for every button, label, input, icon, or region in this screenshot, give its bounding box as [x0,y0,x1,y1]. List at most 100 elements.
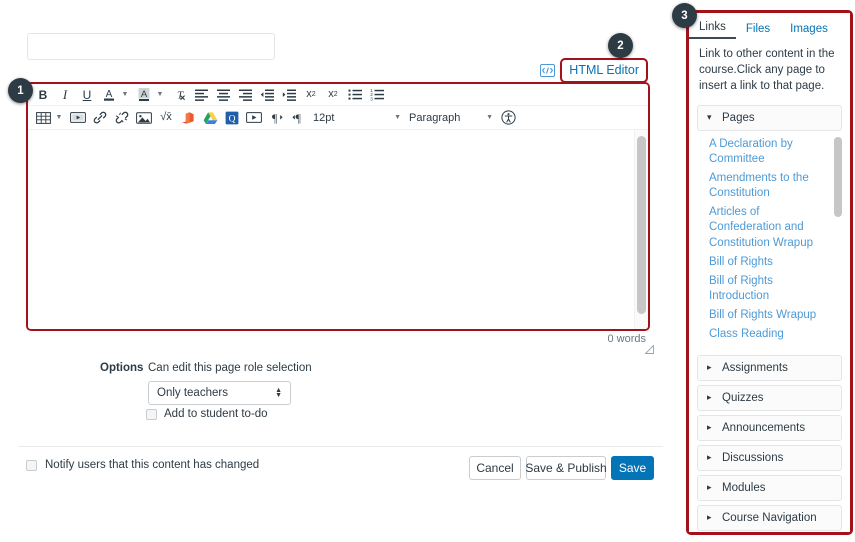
add-to-student-todo-checkbox[interactable] [146,408,157,420]
unlink-icon[interactable] [112,108,132,128]
chevron-right-icon: ▸ [707,482,712,493]
subscript-icon[interactable]: x2 [323,85,343,105]
sidebar-group-quizzes-label: Quizzes [722,391,764,404]
rce-toolbar-row-2: ▼ √x̄ Q ¶ ¶ 12pt ▼ Paragraph ▼ [28,106,648,130]
text-color-chevron-down-icon[interactable]: ▼ [120,85,130,105]
table-chevron-down-icon[interactable]: ▼ [54,108,64,128]
annotation-badge-3: 3 [672,3,697,28]
math-equation-icon[interactable]: √x̄ [156,108,176,128]
rce-editing-area[interactable] [28,130,648,329]
html-editor-toggle[interactable]: HTML Editor [540,58,648,83]
sidebar-tabs: Links Files Images [689,13,850,39]
sidebar-group-assignments-label: Assignments [722,361,788,374]
superscript-icon[interactable]: x2 [301,85,321,105]
editor-resize-handle[interactable] [644,341,654,354]
rtl-direction-icon[interactable]: ¶ [288,108,308,128]
paragraph-format-value: Paragraph [409,111,461,124]
notify-users-row[interactable]: Notify users that this content has chang… [26,459,259,471]
link-icon[interactable] [90,108,110,128]
sidebar-group-assignments[interactable]: ▸ Assignments [697,354,842,381]
list-item[interactable]: Bill of Rights Wrapup [709,308,826,323]
page-link[interactable]: Amendments to the Constitution [709,171,826,201]
google-drive-icon[interactable] [200,108,220,128]
image-icon[interactable] [134,108,154,128]
list-item[interactable]: Amendments to the Constitution [709,171,826,201]
annotation-badge-2: 2 [608,33,633,58]
background-color-chevron-down-icon[interactable]: ▼ [155,85,165,105]
word-count: 0 words [607,333,646,345]
page-title-input[interactable] [27,33,275,60]
list-item[interactable]: Articles of Confederation and Constituti… [709,205,826,251]
bold-icon[interactable]: B [33,85,53,105]
indent-icon[interactable] [279,85,299,105]
edit-role-label: Can edit this page role selection [148,362,312,374]
font-size-chevron-down-icon: ▼ [394,114,401,121]
table-icon[interactable] [33,108,53,128]
edit-role-select[interactable]: Only teachers ▲ ▼ [148,381,291,405]
outdent-icon[interactable] [257,85,277,105]
pages-list-scrollbar[interactable] [834,134,842,349]
sidebar-group-announcements[interactable]: ▸ Announcements [697,414,842,441]
cancel-button[interactable]: Cancel [469,456,521,480]
sidebar-group-discussions[interactable]: ▸ Discussions [697,444,842,471]
sidebar-group-announcements-label: Announcements [722,421,806,434]
page-link[interactable]: Class Reading [709,327,826,342]
rce-scrollbar-thumb[interactable] [637,136,646,314]
font-size-value: 12pt [313,111,335,124]
save-and-publish-button[interactable]: Save & Publish [525,456,607,480]
canvas-page-editor-screen: HTML Editor B I U A ▼ A ▼ T x 2 x 2 1 2 … [0,0,855,542]
chevron-right-icon: ▸ [707,452,712,463]
list-item[interactable]: A Declaration by Committee [709,137,826,167]
sidebar-pages-list[interactable]: A Declaration by Committee Amendments to… [697,133,842,351]
paragraph-format-select[interactable]: Paragraph ▼ [407,108,495,128]
ltr-direction-icon[interactable]: ¶ [266,108,286,128]
sidebar-group-pages[interactable]: ▾ Pages [697,104,842,131]
rce-scrollbar[interactable] [634,130,648,329]
rich-content-editor: B I U A ▼ A ▼ T x 2 x 2 1 2 3 ▼ √x̄ Q ¶ … [28,84,648,329]
accessibility-checker-icon[interactable] [498,108,518,128]
sidebar-group-pages-label: Pages [722,111,755,124]
text-color-icon[interactable]: A [99,85,119,105]
sidebar-group-course-navigation[interactable]: ▸ Course Navigation [697,504,842,531]
numbered-list-icon[interactable]: 1 2 3 [367,85,387,105]
page-link[interactable]: A Declaration by Committee [709,137,826,167]
save-button[interactable]: Save [611,456,654,480]
add-to-student-todo-label: Add to student to-do [164,408,268,420]
align-center-icon[interactable] [213,85,233,105]
options-label: Options [100,362,144,374]
svg-text:Q: Q [229,114,236,124]
office-365-icon[interactable] [178,108,198,128]
background-color-icon[interactable]: A [134,85,154,105]
list-item[interactable]: Class Reading [709,327,826,342]
sidebar-group-quizzes[interactable]: ▸ Quizzes [697,384,842,411]
page-link[interactable]: Articles of Confederation and Constituti… [709,205,826,251]
align-left-icon[interactable] [191,85,211,105]
font-size-select[interactable]: 12pt ▼ [311,108,403,128]
add-to-student-todo-row[interactable]: Add to student to-do [146,408,268,420]
page-link[interactable]: Bill of Rights Wrapup [709,308,826,323]
notify-users-label: Notify users that this content has chang… [45,459,260,471]
page-link[interactable]: Bill of Rights Introduction [709,274,826,304]
align-right-icon[interactable] [235,85,255,105]
tab-files[interactable]: Files [736,18,780,39]
sidebar-description: Link to other content in the course.Clic… [699,48,835,92]
sidebar-group-course-navigation-label: Course Navigation [722,511,817,524]
list-item[interactable]: Bill of Rights Introduction [709,274,826,304]
chevron-right-icon: ▸ [707,422,712,433]
pages-list-scrollbar-thumb[interactable] [834,136,842,217]
bulleted-list-icon[interactable] [345,85,365,105]
quizzes-next-icon[interactable]: Q [222,108,242,128]
svg-text:¶: ¶ [272,111,278,124]
italic-icon[interactable]: I [55,85,75,105]
page-link[interactable]: Bill of Rights [709,255,826,270]
chevron-right-icon: ▸ [707,392,712,403]
clear-formatting-icon[interactable]: T [169,85,189,105]
tab-images[interactable]: Images [780,18,838,39]
underline-icon[interactable]: U [77,85,97,105]
html-editor-link[interactable]: HTML Editor [569,63,639,77]
notify-users-checkbox[interactable] [26,459,37,471]
sidebar-group-modules[interactable]: ▸ Modules [697,474,842,501]
media-icon[interactable] [68,108,88,128]
video-icon[interactable] [244,108,264,128]
list-item[interactable]: Bill of Rights [709,255,826,270]
